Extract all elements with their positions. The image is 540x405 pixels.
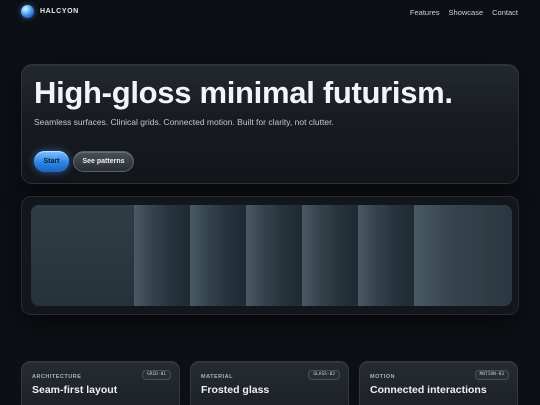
gradient-band [31,205,134,306]
halcyon-orb-logo-icon [21,5,34,18]
gloss-gradient-preview [31,205,512,306]
top-bar: HALCYON Features Showcase Contact [0,0,540,24]
gradient-band [358,205,414,306]
feature-card-architecture[interactable]: ARCHITECTURE GRID-01 Seam-first layout [21,361,180,405]
main-nav: Features Showcase Contact [410,8,518,17]
gradient-band [190,205,246,306]
nav-link-showcase[interactable]: Showcase [449,8,484,17]
gradient-band [246,205,302,306]
card-tag: GRID-01 [142,370,171,380]
nav-link-contact[interactable]: Contact [492,8,518,17]
card-kicker: MATERIAL [201,374,234,380]
brand-name: HALCYON [40,8,79,15]
gradient-band [414,205,512,306]
card-tag: GLASS-02 [308,370,340,380]
showcase-panel [21,196,519,315]
feature-card-material[interactable]: MATERIAL GLASS-02 Frosted glass [190,361,349,405]
brand[interactable]: HALCYON [21,5,79,18]
gradient-band [302,205,358,306]
hero-panel: High-gloss minimal futurism. Seamless su… [21,64,519,184]
card-tag: MOTION-03 [474,370,509,380]
hero-title: High-gloss minimal futurism. [34,75,453,110]
hero-subtitle: Seamless surfaces. Clinical grids. Conne… [34,117,334,127]
nav-link-features[interactable]: Features [410,8,440,17]
card-title: Seam-first layout [32,384,118,396]
card-title: Connected interactions [370,384,487,396]
gradient-band [134,205,190,306]
card-kicker: MOTION [370,374,395,380]
card-title: Frosted glass [201,384,270,396]
card-kicker: ARCHITECTURE [32,374,82,380]
feature-card-motion[interactable]: MOTION MOTION-03 Connected interactions [359,361,518,405]
see-patterns-button[interactable]: See patterns [73,151,134,172]
start-button[interactable]: Start [34,151,69,172]
